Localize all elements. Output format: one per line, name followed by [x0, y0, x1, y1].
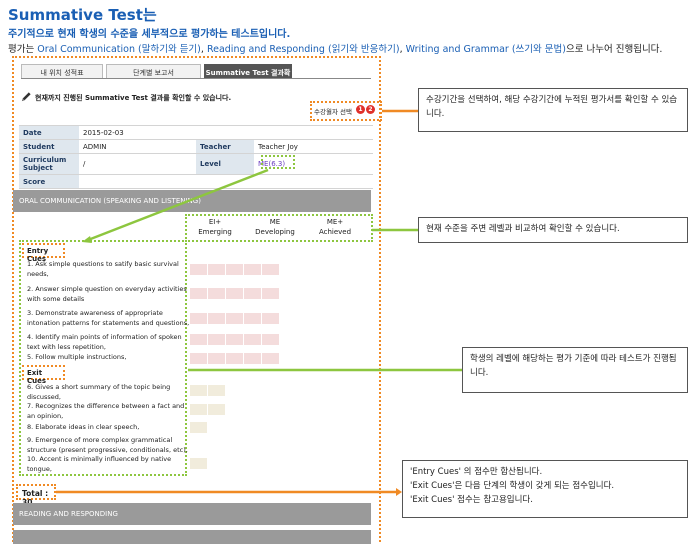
callout-total-line: 'Exit Cues' 점수는 참고용입니다.: [410, 495, 533, 505]
callout-total: 'Entry Cues' 의 점수만 합산됩니다. 'Exit Cues'은 다…: [402, 460, 688, 518]
callout-level: 현재 수준을 주변 레벨과 비교하여 확인할 수 있습니다.: [418, 217, 688, 243]
callout-criteria: 학생의 레벨에 해당하는 평가 기준에 따라 테스트가 진행됩니다.: [462, 347, 688, 393]
callout-total-line: 'Entry Cues' 의 점수만 합산됩니다.: [410, 467, 543, 477]
callout-total-line: 'Exit Cues'은 다음 단계의 학생이 갖게 되는 점수입니다.: [410, 481, 615, 491]
callout-period: 수강기간을 선택하여, 해당 수강기간에 누적된 평가서를 확인할 수 있습니다…: [418, 88, 688, 132]
